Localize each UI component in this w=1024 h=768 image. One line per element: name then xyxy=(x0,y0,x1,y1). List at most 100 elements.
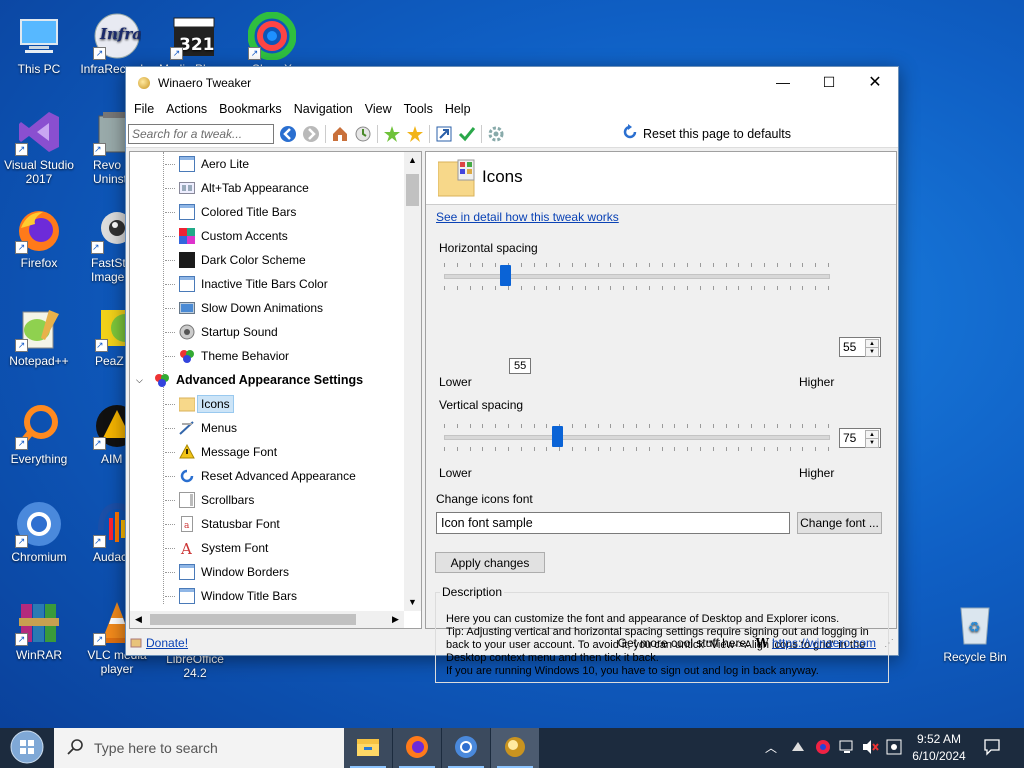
menu-bookmarks[interactable]: Bookmarks xyxy=(213,102,288,116)
tree-item-statusbar-font[interactable]: a Statusbar Font xyxy=(165,513,280,535)
spin-down-icon[interactable]: ▼ xyxy=(865,347,879,357)
tree-item-system-font[interactable]: A System Font xyxy=(165,537,268,559)
tree-item-custom-accents[interactable]: Custom Accents xyxy=(165,225,288,247)
title-bar[interactable]: Winaero Tweaker — ☐ ✕ xyxy=(126,67,898,98)
minimize-button[interactable]: — xyxy=(760,67,806,98)
tree-category-advanced-appearance[interactable]: ⌵ Advanced Appearance Settings xyxy=(136,369,363,391)
vertical-spacing-slider-tick xyxy=(700,424,701,428)
add-bookmark-icon[interactable] xyxy=(383,125,401,143)
change-font-button[interactable]: Change font ... xyxy=(797,512,882,534)
horizontal-spacing-slider-tick xyxy=(457,263,458,267)
maximize-button[interactable]: ☐ xyxy=(806,67,852,98)
font-sample-field[interactable]: Icon font sample xyxy=(436,512,790,534)
tray-chromium-icon[interactable] xyxy=(815,739,831,758)
bookmarks-star-icon[interactable] xyxy=(406,125,424,143)
tree-item-startup-sound[interactable]: Startup Sound xyxy=(165,321,278,343)
forward-arrow-icon[interactable] xyxy=(302,125,320,143)
vertical-spacing-spinner[interactable]: 75 ▲ ▼ xyxy=(839,428,881,448)
collapse-chevron-icon[interactable]: ⌵ xyxy=(136,375,148,386)
scroll-thumb[interactable] xyxy=(406,174,419,206)
detail-link[interactable]: See in detail how this tweak works xyxy=(436,210,619,224)
scroll-left-icon[interactable]: ◀ xyxy=(130,611,147,628)
resize-grip-icon[interactable]: ⋰ xyxy=(884,638,894,649)
menu-navigation[interactable]: Navigation xyxy=(288,102,359,116)
desktop-icon-visual-studio[interactable]: ↗ Visual Studio 2017 xyxy=(1,108,77,186)
tree-item-window-title-bars[interactable]: Window Title Bars xyxy=(165,585,297,607)
scroll-right-icon[interactable]: ▶ xyxy=(387,611,404,628)
horizontal-spacing-slider[interactable] xyxy=(444,260,830,294)
notifications-icon[interactable] xyxy=(983,738,1001,759)
h-scroll-thumb[interactable] xyxy=(150,614,356,625)
desktop-icon-recycle-bin[interactable]: ♻ Recycle Bin xyxy=(937,600,1013,664)
desktop-icon-this-pc[interactable]: This PC xyxy=(1,12,77,76)
change-icons-font-label: Change icons font xyxy=(436,492,533,506)
ime-icon[interactable] xyxy=(886,739,902,758)
vertical-spacing-slider-tick xyxy=(713,424,714,428)
horizontal-spacing-slider-thumb[interactable] xyxy=(500,265,511,286)
desktop-icon-everything[interactable]: ↗ Everything xyxy=(1,402,77,466)
tree-item-window-borders[interactable]: Window Borders xyxy=(165,561,289,583)
winaero-url-link[interactable]: https://winaero.com xyxy=(772,636,876,650)
tree-item-inactive-title-bars-color[interactable]: Inactive Title Bars Color xyxy=(165,273,328,295)
tree-item-scrollbars[interactable]: Scrollbars xyxy=(165,489,254,511)
toolbar-separator xyxy=(325,124,326,143)
horizontal-spacing-slider-tick xyxy=(802,263,803,267)
search-input[interactable] xyxy=(128,123,274,144)
tray-overflow-chevron-icon[interactable]: ︿ xyxy=(765,739,777,756)
vertical-spacing-slider-tick xyxy=(444,447,445,451)
reset-page-button[interactable]: Reset this page to defaults xyxy=(622,124,791,143)
tree-item-message-font[interactable]: Message Font xyxy=(165,441,277,463)
desktop-icon-winrar[interactable]: ↗ WinRAR xyxy=(1,598,77,662)
donate-link[interactable]: Donate! xyxy=(146,636,188,650)
desktop-icon-firefox[interactable]: ↗ Firefox xyxy=(1,206,77,270)
statusbar-icon: a xyxy=(179,516,195,532)
taskbar-file-explorer[interactable] xyxy=(344,728,392,768)
vertical-spacing-slider[interactable] xyxy=(444,421,830,455)
spin-down-icon[interactable]: ▼ xyxy=(865,438,879,448)
tree-item-icons[interactable]: Icons xyxy=(165,393,234,415)
apply-check-icon[interactable] xyxy=(458,125,476,143)
taskbar-chromium[interactable] xyxy=(442,728,490,768)
network-icon[interactable] xyxy=(839,739,855,758)
close-button[interactable]: ✕ xyxy=(852,67,898,98)
horizontal-spacing-slider-tick xyxy=(508,286,509,290)
apply-changes-button[interactable]: Apply changes xyxy=(435,552,545,573)
settings-gear-icon[interactable] xyxy=(487,125,505,143)
volume-muted-icon[interactable] xyxy=(862,739,880,758)
vertical-spacing-slider-tick xyxy=(738,424,739,428)
desktop-icon-notepadpp[interactable]: ↗ Notepad++ xyxy=(1,304,77,368)
tree-item-alt-tab-appearance[interactable]: Alt+Tab Appearance xyxy=(165,177,309,199)
menu-file[interactable]: File xyxy=(128,102,160,116)
horizontal-spacing-spinner[interactable]: 55 ▲ ▼ xyxy=(839,337,881,357)
taskbar-winaero-tweaker[interactable] xyxy=(491,728,539,768)
menu-actions[interactable]: Actions xyxy=(160,102,213,116)
vertical-spacing-slider-thumb[interactable] xyxy=(552,426,563,447)
menu-tools[interactable]: Tools xyxy=(398,102,439,116)
menu-help[interactable]: Help xyxy=(439,102,477,116)
tree-item-slow-down-animations[interactable]: Slow Down Animations xyxy=(165,297,323,319)
tree-item-dark-color-scheme[interactable]: Dark Color Scheme xyxy=(165,249,306,271)
menu-view[interactable]: View xyxy=(359,102,398,116)
tree-item-theme-behavior[interactable]: Theme Behavior xyxy=(165,345,289,367)
tree-item-colored-title-bars[interactable]: Colored Title Bars xyxy=(165,201,296,223)
back-arrow-icon[interactable] xyxy=(279,125,297,143)
desktop-icon-chromium[interactable]: ↗ Chromium xyxy=(1,500,77,564)
home-icon[interactable] xyxy=(331,125,349,143)
history-icon[interactable] xyxy=(354,125,372,143)
scroll-down-icon[interactable]: ▼ xyxy=(404,594,421,611)
taskbar-clock[interactable]: 9:52 AM 6/10/2024 xyxy=(904,731,974,765)
tree-vertical-scrollbar[interactable]: ▲ ▼ xyxy=(404,152,421,611)
scroll-up-icon[interactable]: ▲ xyxy=(404,152,421,169)
export-shortcut-icon[interactable] xyxy=(435,125,453,143)
horizontal-spacing-slider-tick xyxy=(738,263,739,267)
tree-item-menus[interactable]: Menus xyxy=(165,417,237,439)
taskbar-search-box[interactable]: Type here to search xyxy=(54,728,344,768)
start-button[interactable] xyxy=(0,728,54,768)
tray-app-icon[interactable] xyxy=(790,739,806,758)
vertical-spacing-slider-tick xyxy=(546,424,547,428)
desktop-icon-libreoffice[interactable]: LibreOffice 24.2 xyxy=(156,652,234,680)
tree-item-aero-lite[interactable]: Aero Lite xyxy=(165,153,249,175)
tree-horizontal-scrollbar[interactable]: ◀ ▶ xyxy=(130,611,404,628)
tree-item-reset-advanced-appearance[interactable]: Reset Advanced Appearance xyxy=(165,465,356,487)
taskbar-firefox[interactable] xyxy=(393,728,441,768)
